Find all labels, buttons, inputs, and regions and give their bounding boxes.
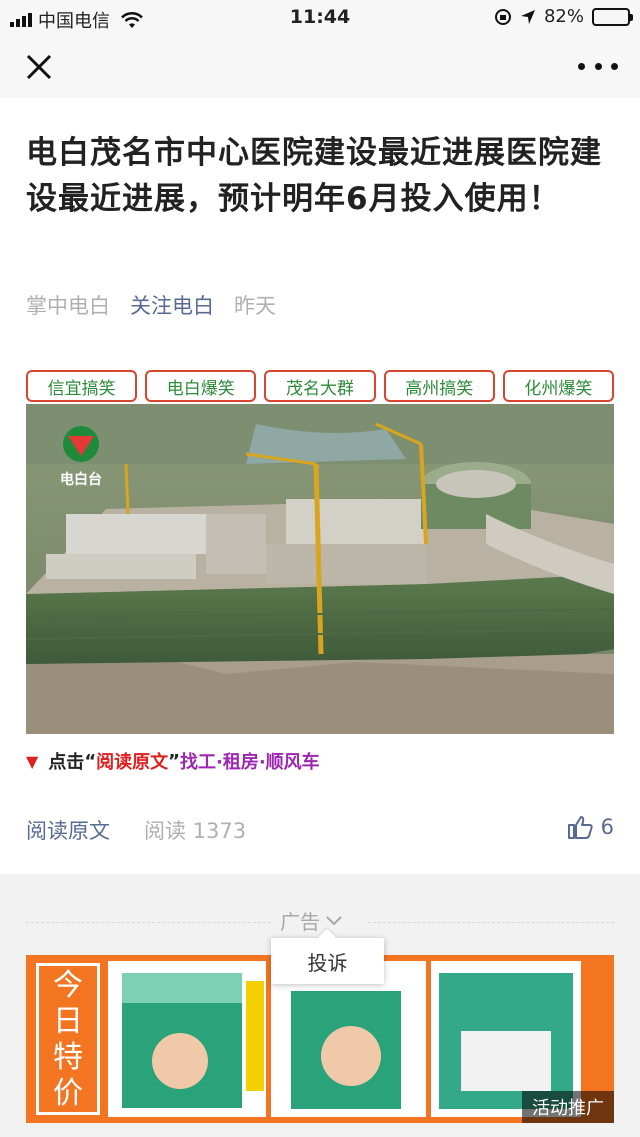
- cta-quote-close: ”: [168, 750, 180, 772]
- battery-icon: [592, 7, 633, 26]
- read-original-cta[interactable]: ▼ 点击 “ 阅读原文 ” 找工·租房·顺风车: [26, 748, 320, 774]
- svg-text:电白台: 电白台: [60, 471, 102, 488]
- cta-suffix: 找工·租房·顺风车: [180, 752, 320, 773]
- tag-row: 信宜搞笑 电白爆笑 茂名大群 高州搞笑 化州爆笑: [26, 370, 615, 402]
- read-count: 阅读 1373: [144, 815, 246, 845]
- product-image: [108, 961, 266, 1117]
- chevron-down-icon: [326, 915, 342, 925]
- banner-char: 日: [53, 1004, 83, 1039]
- like-button[interactable]: 6: [567, 815, 614, 839]
- close-icon[interactable]: [22, 50, 56, 84]
- cta-link[interactable]: 阅读原文: [96, 748, 168, 774]
- complain-popup[interactable]: 投诉: [271, 938, 384, 984]
- cta-quote-open: “: [84, 750, 97, 772]
- article-source: 掌中电白: [26, 294, 110, 318]
- thumbs-up-icon: [567, 816, 593, 839]
- promo-badge: 活动推广: [522, 1091, 614, 1123]
- banner-char: 价: [53, 1076, 83, 1111]
- read-count-label: 阅读: [144, 819, 186, 843]
- article-date: 昨天: [234, 294, 276, 318]
- product-image: [271, 961, 426, 1117]
- battery-percent: 82%: [543, 6, 584, 27]
- banner-vertical-text: 今 日 特 价: [36, 963, 100, 1115]
- banner-char: 今: [53, 968, 83, 1003]
- location-icon: [520, 9, 535, 24]
- tag-item[interactable]: 电白爆笑: [145, 370, 257, 402]
- like-count: 6: [600, 815, 614, 839]
- triangle-down-icon: ▼: [26, 751, 39, 771]
- status-right: 82%: [494, 6, 633, 27]
- more-icon[interactable]: [578, 54, 618, 78]
- ad-label[interactable]: 广告: [280, 906, 342, 935]
- article-meta: 掌中电白 关注电白 昨天: [26, 290, 276, 320]
- read-count-value: 1373: [192, 819, 247, 843]
- cta-prefix: 点击: [48, 752, 85, 773]
- nav-bar: [0, 36, 640, 98]
- ad-divider-left: [26, 922, 271, 923]
- article-footer: 阅读原文 阅读 1373 6: [26, 815, 614, 845]
- account-link[interactable]: 关注电白: [130, 290, 214, 320]
- tag-item[interactable]: 化州爆笑: [502, 370, 615, 402]
- tag-item[interactable]: 高州搞笑: [383, 370, 495, 402]
- article-title: 电白茂名市中心医院建设最近进展医院建设最近进展，预计明年6月投入使用！: [26, 135, 602, 217]
- rotation-lock-icon: [494, 8, 511, 25]
- tag-item[interactable]: 信宜搞笑: [26, 370, 138, 402]
- banner-char: 特: [53, 1040, 83, 1075]
- construction-site-image: 电白台: [26, 404, 614, 734]
- status-bar: 中国电信 11:44 82%: [0, 0, 640, 36]
- article-photo: 电白台: [26, 404, 614, 734]
- read-original-link[interactable]: 阅读原文: [26, 815, 110, 845]
- ad-divider-right: [368, 922, 614, 923]
- ad-label-text: 广告: [280, 910, 320, 934]
- tag-item[interactable]: 茂名大群: [264, 370, 376, 402]
